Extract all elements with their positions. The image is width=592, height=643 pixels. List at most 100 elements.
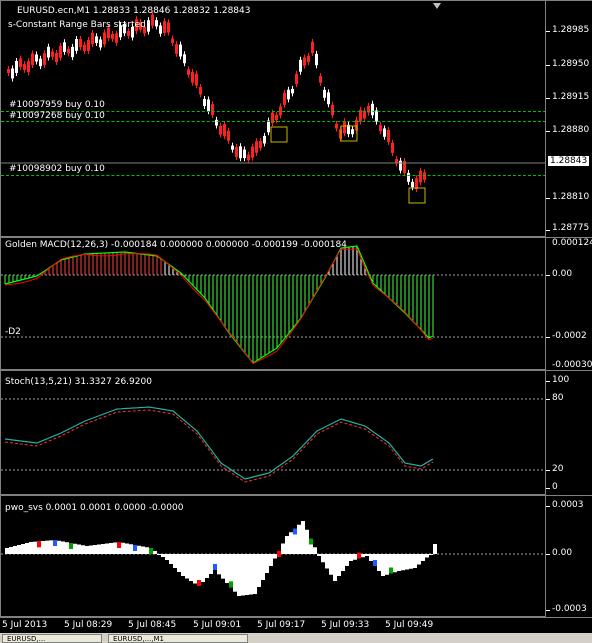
order-label-1: #10097959 buy 0.10 bbox=[9, 100, 105, 110]
pwo-bar bbox=[321, 554, 325, 563]
candle-body bbox=[191, 71, 194, 83]
candle-body bbox=[239, 146, 242, 159]
candle-body bbox=[175, 44, 178, 54]
candle-body bbox=[75, 38, 78, 51]
candle-body bbox=[231, 145, 234, 150]
pwo-bar bbox=[329, 554, 333, 575]
candle-body bbox=[67, 48, 70, 54]
pwo-bar bbox=[365, 554, 369, 556]
pwo-bar-accent bbox=[37, 541, 41, 548]
pwo-bar bbox=[237, 554, 241, 596]
stoch-plot bbox=[1, 398, 545, 483]
candle-body bbox=[59, 45, 62, 58]
time-tick: 5 Jul 09:49 bbox=[385, 620, 434, 630]
candle-body bbox=[95, 36, 98, 43]
pwo-bar-accent bbox=[245, 589, 249, 595]
chart-collapse-icon[interactable] bbox=[433, 3, 441, 9]
pwo-bar bbox=[153, 551, 157, 554]
candle-body bbox=[187, 69, 190, 75]
pwo-bar bbox=[93, 545, 97, 554]
order-line-2[interactable] bbox=[1, 121, 545, 122]
pwo-bar bbox=[393, 554, 397, 573]
candle-body bbox=[391, 142, 394, 153]
price-scale: 1.28985 1.28950 1.28915 1.28880 1.28843 … bbox=[546, 0, 592, 237]
candle-body bbox=[331, 104, 334, 116]
pwo-bar-accent bbox=[277, 551, 281, 557]
pwo-bar-accent bbox=[21, 544, 25, 550]
candle-body bbox=[311, 41, 314, 54]
chart-tab[interactable]: EURUSD,... bbox=[2, 634, 102, 643]
candle-body bbox=[267, 120, 270, 133]
time-tick: 5 Jul 08:29 bbox=[64, 620, 113, 630]
pwo-bar bbox=[17, 545, 21, 554]
stoch-title: Stoch(13,5,21) 31.3327 26.9200 bbox=[5, 377, 152, 387]
pwo-bar bbox=[281, 543, 285, 554]
pwo-bar bbox=[129, 544, 133, 554]
candle-body bbox=[255, 141, 258, 153]
candle-body bbox=[411, 181, 414, 188]
stoch-pane[interactable]: Stoch(13,5,21) 31.3327 26.9200 bbox=[0, 370, 546, 495]
price-tick: 1.28950 bbox=[552, 59, 590, 69]
macd-tick: -0.000306 bbox=[552, 360, 592, 370]
pwo-pane[interactable]: pwo_svs 0.0001 0.0001 0.0000 -0.0000 bbox=[0, 495, 546, 617]
pwo-bar bbox=[65, 542, 69, 554]
order-line-3[interactable] bbox=[1, 175, 545, 176]
pwo-bar bbox=[265, 554, 269, 573]
pwo-bar-accent bbox=[149, 548, 153, 554]
pwo-title: pwo_svs 0.0001 0.0001 0.0000 -0.0000 bbox=[5, 503, 184, 513]
pwo-bar-accent bbox=[181, 570, 185, 576]
candle-body bbox=[99, 39, 102, 48]
candle-body bbox=[23, 64, 26, 70]
pwo-bar bbox=[429, 554, 433, 555]
stoch-tick: 80 bbox=[552, 393, 564, 403]
pwo-bar bbox=[253, 554, 257, 594]
candle-body bbox=[291, 88, 294, 94]
pwo-bar bbox=[189, 554, 193, 581]
candle-body bbox=[227, 130, 230, 141]
candle-body bbox=[219, 125, 222, 135]
pwo-bar-accent bbox=[117, 542, 121, 548]
candle-body bbox=[83, 44, 86, 51]
pwo-bar bbox=[417, 554, 421, 565]
candle-body bbox=[35, 54, 38, 62]
pwo-bar-accent bbox=[373, 560, 377, 566]
candle-body bbox=[351, 129, 354, 135]
pwo-bar bbox=[9, 547, 13, 554]
pwo-bar bbox=[385, 554, 389, 575]
price-chart-pane[interactable]: EURUSD.ecn,M1 1.28833 1.28846 1.28832 1.… bbox=[0, 0, 546, 237]
pwo-bar bbox=[141, 546, 145, 554]
pwo-bar bbox=[205, 554, 209, 578]
candle-body bbox=[39, 58, 42, 67]
candle-body bbox=[243, 149, 246, 159]
candle-body bbox=[323, 89, 326, 98]
order-label-2: #10097268 buy 0.10 bbox=[9, 111, 105, 121]
pwo-bar bbox=[185, 554, 189, 579]
candle-body bbox=[247, 154, 250, 161]
pwo-bar bbox=[169, 554, 173, 564]
time-tick: 5 Jul 09:33 bbox=[321, 620, 370, 630]
pwo-bar bbox=[377, 554, 381, 571]
pwo-bar-accent bbox=[357, 552, 361, 559]
candle-body bbox=[275, 114, 278, 121]
chart-tab[interactable]: EURUSD,...,M1 bbox=[108, 634, 248, 643]
candle-body bbox=[299, 59, 302, 72]
candle-body bbox=[63, 42, 66, 52]
macd-pane[interactable]: Golden MACD(12,26,3) -0.000184 0.000000 … bbox=[0, 237, 546, 370]
pwo-tick: -0.0003 bbox=[552, 604, 587, 614]
candle-body bbox=[303, 57, 306, 66]
pwo-bar bbox=[221, 554, 225, 579]
pwo-bar bbox=[273, 554, 277, 559]
price-tick: 1.28985 bbox=[552, 25, 590, 35]
pwo-bar bbox=[257, 554, 261, 587]
candle-body bbox=[263, 135, 266, 144]
pwo-bar bbox=[337, 554, 341, 576]
candle-body bbox=[211, 104, 214, 116]
pwo-bar bbox=[241, 554, 245, 596]
candle-body bbox=[167, 22, 170, 33]
pwo-bar bbox=[353, 554, 357, 560]
candle-body bbox=[235, 147, 238, 158]
pwo-bar bbox=[81, 545, 85, 554]
candle-body bbox=[383, 128, 386, 137]
stoch-main-line bbox=[4, 406, 434, 480]
pwo-bar bbox=[25, 543, 29, 554]
